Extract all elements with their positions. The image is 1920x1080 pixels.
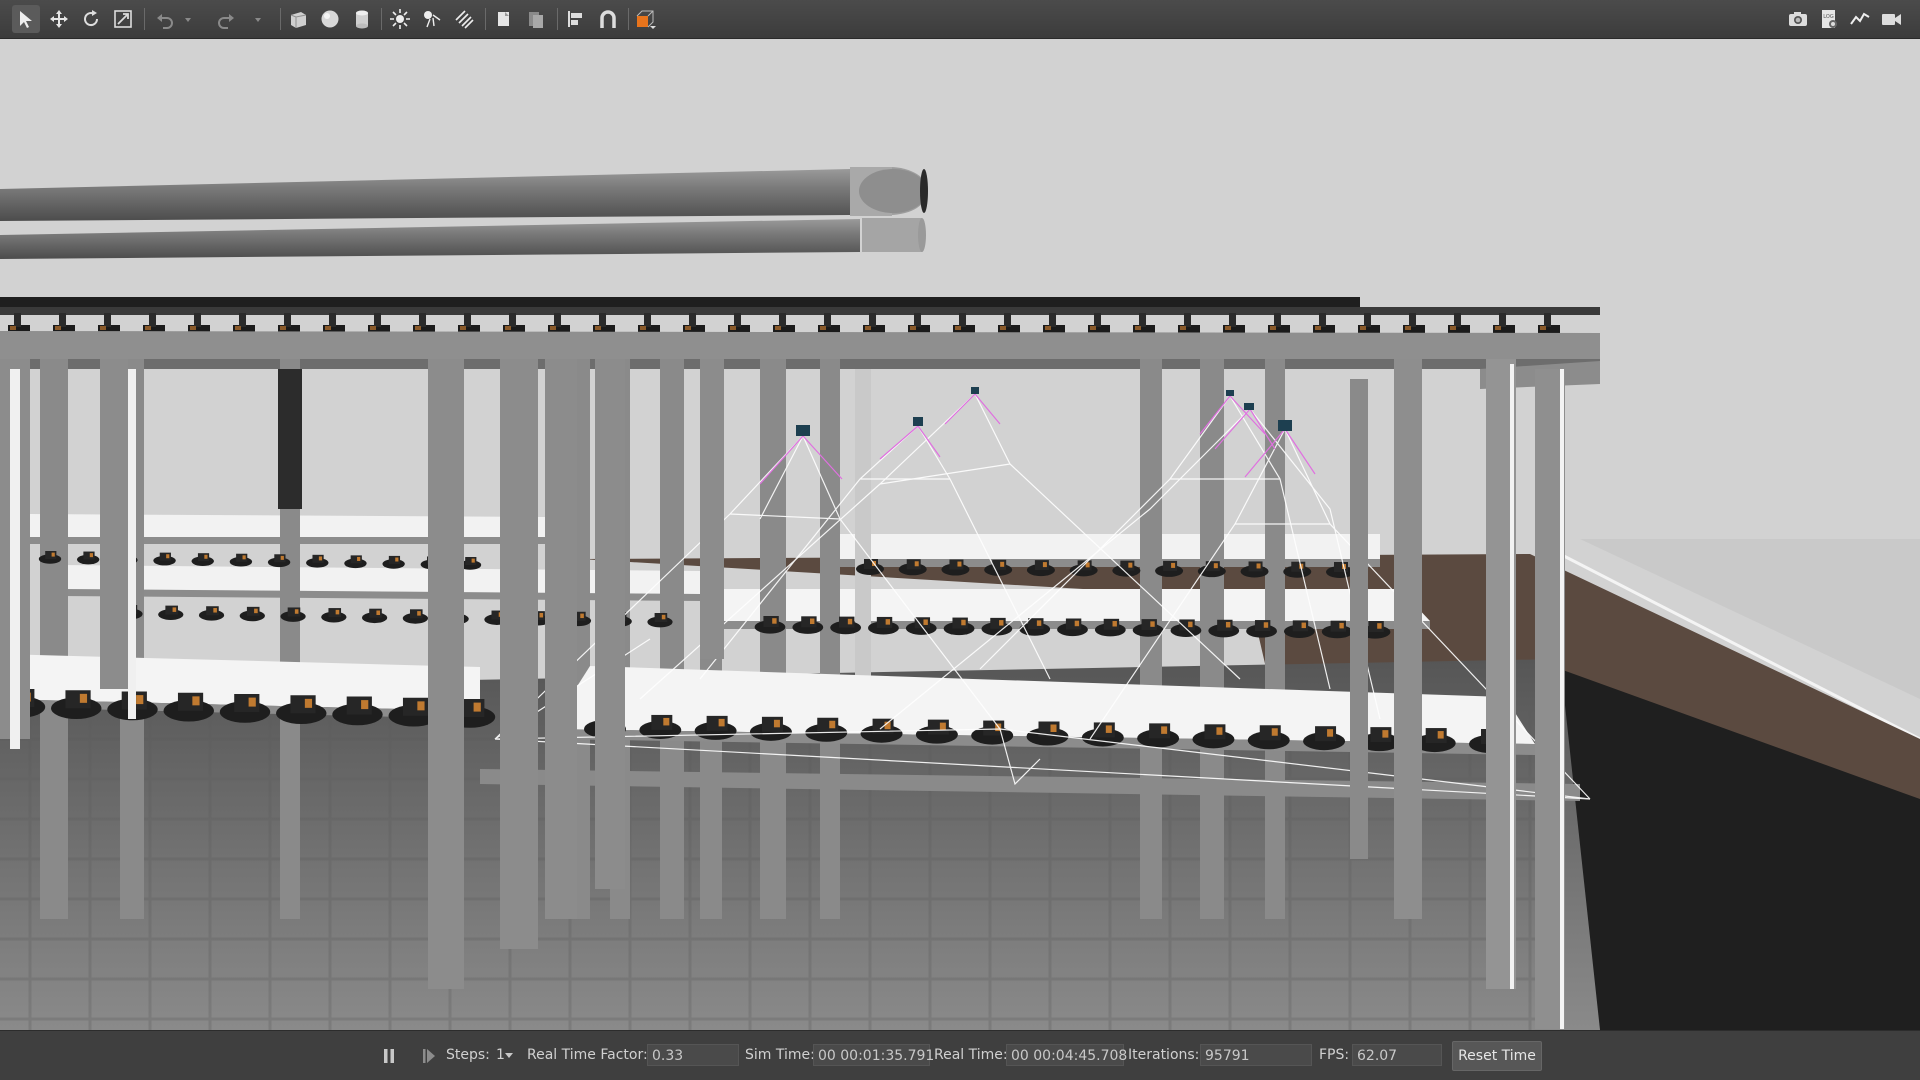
toolbar-separator	[485, 8, 486, 30]
toolbar-separator	[628, 8, 629, 30]
frame-post	[40, 359, 68, 919]
scene-viewport[interactable]	[0, 39, 1920, 1030]
frame-post	[545, 359, 577, 919]
frame-post-edge	[10, 369, 20, 749]
sphere-shape-icon[interactable]	[316, 5, 344, 33]
step-icon[interactable]	[415, 1042, 443, 1070]
steps-label: Steps:	[446, 1047, 490, 1063]
pause-icon[interactable]	[375, 1042, 403, 1070]
frame-post	[760, 359, 786, 919]
fps-field: 62.07	[1352, 1044, 1442, 1066]
iterations-field: 95791	[1200, 1044, 1312, 1066]
frame-post	[820, 359, 840, 919]
undo-icon[interactable]	[151, 5, 179, 33]
frame-post	[1265, 359, 1285, 919]
iterations-label: Iterations:	[1128, 1047, 1200, 1063]
redo-dropdown-icon[interactable]	[250, 5, 266, 33]
scene-render	[0, 39, 1920, 1030]
toolbar-separator	[144, 8, 145, 30]
redo-icon[interactable]	[212, 5, 240, 33]
upper-rail	[0, 297, 1600, 315]
rtf-label: Real Time Factor:	[527, 1047, 648, 1063]
frame-post	[1140, 359, 1162, 919]
rotate-mode-icon[interactable]	[77, 5, 105, 33]
screenshot-icon[interactable]	[1784, 5, 1812, 33]
undo-dropdown-icon[interactable]	[180, 5, 196, 33]
frame-post	[278, 369, 302, 509]
frame-post	[700, 359, 724, 659]
gazebo-window: LOG Steps: 1 Real Time Factor: 0.33 Sim …	[0, 0, 1920, 1080]
box-shape-icon[interactable]	[284, 5, 312, 33]
plot-icon[interactable]	[1846, 5, 1874, 33]
select-mode-icon[interactable]	[12, 5, 40, 33]
cylinder-shape-icon[interactable]	[348, 5, 376, 33]
status-bar: Steps: 1 Real Time Factor: 0.33 Sim Time…	[0, 1030, 1920, 1080]
align-icon[interactable]	[562, 5, 590, 33]
frame-post	[500, 359, 538, 949]
reset-time-button[interactable]: Reset Time	[1452, 1041, 1542, 1071]
svg-text:LOG: LOG	[1823, 14, 1834, 20]
spot-light-icon[interactable]	[418, 5, 446, 33]
fps-label: FPS:	[1319, 1047, 1350, 1063]
record-video-icon[interactable]	[1877, 5, 1905, 33]
scale-mode-icon[interactable]	[109, 5, 137, 33]
log-icon[interactable]: LOG	[1815, 5, 1843, 33]
copy-icon[interactable]	[490, 5, 518, 33]
real-time-label: Real Time:	[934, 1047, 1008, 1063]
toolbar: LOG	[0, 0, 1920, 39]
toolbar-separator	[557, 8, 558, 30]
real-time-field: 00 00:04:45.708	[1006, 1044, 1127, 1066]
frame-post	[428, 359, 464, 989]
frame-top-beam-shadow	[0, 359, 1600, 369]
view-angle-icon[interactable]	[632, 5, 660, 33]
toolbar-separator	[381, 8, 382, 30]
frame-post	[595, 359, 625, 889]
frame-post	[100, 359, 128, 689]
sim-time-label: Sim Time:	[745, 1047, 815, 1063]
rtf-field: 0.33	[647, 1044, 739, 1066]
frame-post-edge	[128, 369, 136, 719]
point-light-icon[interactable]	[386, 5, 414, 33]
paste-icon[interactable]	[522, 5, 550, 33]
frame-top-beam	[0, 331, 1600, 359]
sim-time-field: 00 00:01:35.791	[813, 1044, 934, 1066]
translate-mode-icon[interactable]	[45, 5, 73, 33]
toolbar-separator	[280, 8, 281, 30]
frame-post	[660, 359, 684, 919]
directional-light-icon[interactable]	[450, 5, 478, 33]
snap-icon[interactable]	[594, 5, 622, 33]
steps-dropdown-icon[interactable]	[502, 1048, 516, 1062]
